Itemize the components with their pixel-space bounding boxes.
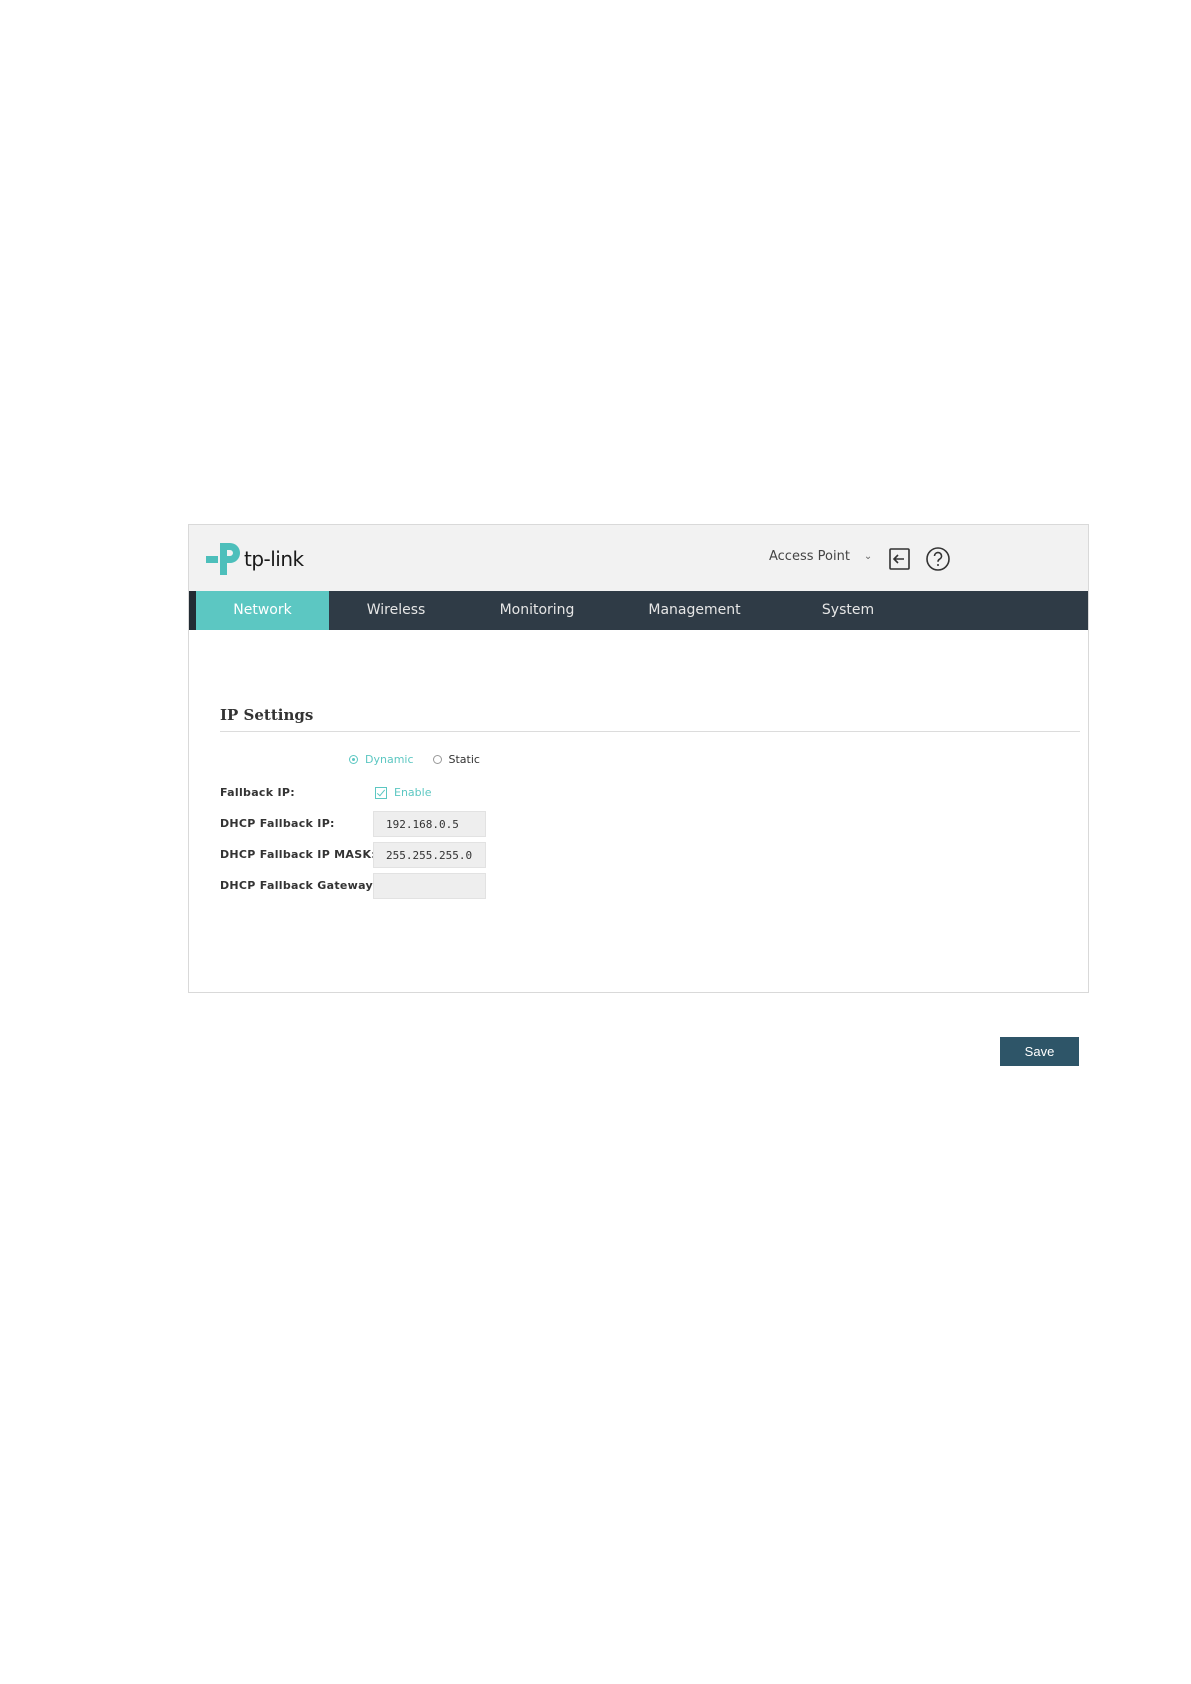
dhcp-fallback-ip-label: DHCP Fallback IP: <box>220 817 335 830</box>
tab-management[interactable]: Management <box>611 591 778 630</box>
mode-select[interactable]: Access Point ⌄ <box>769 549 872 564</box>
radio-dynamic[interactable]: Dynamic <box>349 753 414 766</box>
dhcp-fallback-gateway-label: DHCP Fallback Gateway: <box>220 879 378 892</box>
dhcp-fallback-ip-input[interactable] <box>373 811 486 837</box>
dhcp-fallback-gateway-input[interactable] <box>373 873 486 899</box>
logout-icon[interactable] <box>888 547 912 571</box>
fallback-enable-label: Enable <box>394 786 432 799</box>
help-icon[interactable] <box>925 546 951 572</box>
tp-link-logo-icon <box>206 543 240 575</box>
tab-monitoring[interactable]: Monitoring <box>463 591 611 630</box>
app-window: tp-link Access Point ⌄ Network Wireless … <box>188 524 1089 1066</box>
radio-static[interactable]: Static <box>432 753 480 766</box>
tab-wireless[interactable]: Wireless <box>329 591 463 630</box>
fallback-ip-label: Fallback IP: <box>220 786 295 799</box>
fallback-enable-checkbox[interactable]: Enable <box>375 786 431 799</box>
radio-static-indicator <box>432 755 442 764</box>
section-divider <box>220 731 1080 732</box>
chevron-down-icon: ⌄ <box>863 551 873 562</box>
checkbox-checked-icon <box>375 786 387 799</box>
ip-mode-group: Dynamic Static <box>349 753 480 766</box>
dhcp-fallback-mask-input[interactable] <box>373 842 486 868</box>
tab-system[interactable]: System <box>778 591 918 630</box>
save-button[interactable]: Save <box>1000 1037 1079 1066</box>
radio-dynamic-label: Dynamic <box>365 753 414 766</box>
radio-dynamic-indicator <box>349 755 358 764</box>
main-nav: Network Wireless Monitoring Management S… <box>189 591 1088 630</box>
nav-edge <box>189 591 196 630</box>
header-bar: tp-link Access Point ⌄ <box>189 525 1088 591</box>
section-title: IP Settings <box>220 706 314 724</box>
dhcp-fallback-mask-label: DHCP Fallback IP MASK: <box>220 848 376 861</box>
radio-static-label: Static <box>448 753 480 766</box>
brand-name: tp-link <box>244 547 304 571</box>
mode-select-label: Access Point <box>769 549 850 564</box>
tab-network[interactable]: Network <box>196 591 329 630</box>
brand-logo: tp-link <box>204 539 304 579</box>
